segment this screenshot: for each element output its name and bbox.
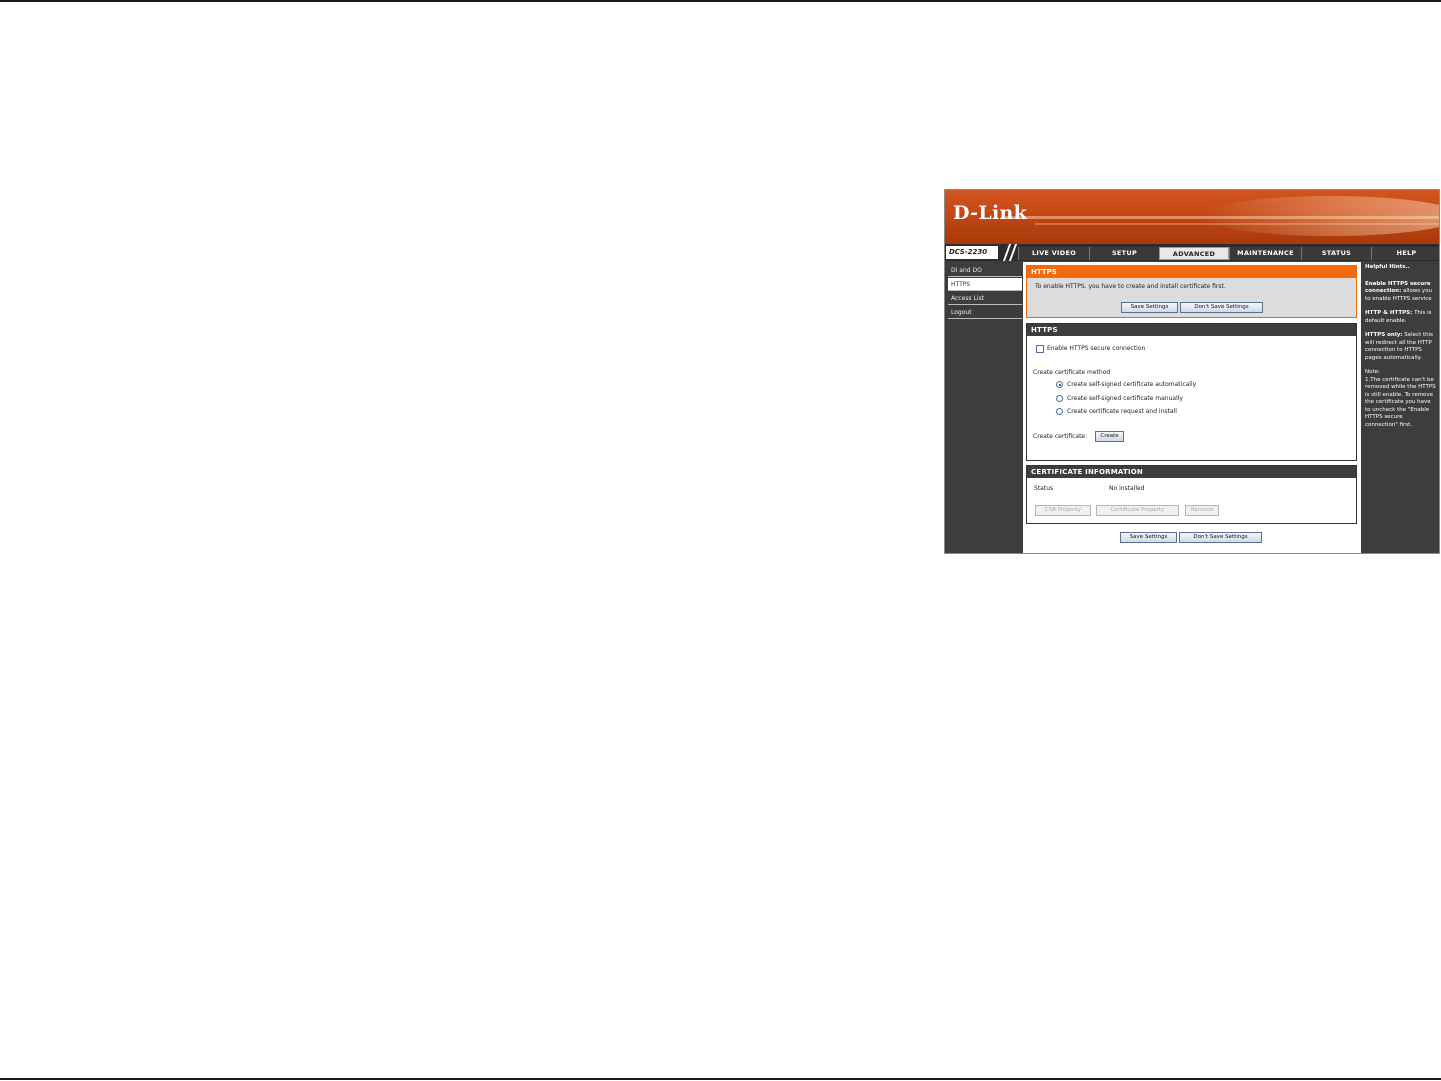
- top-nav: DCS-2230 LIVE VIDEO SETUP ADVANCED MAINT…: [945, 244, 1439, 261]
- footer-dont-save-settings-button[interactable]: Don't Save Settings: [1179, 532, 1262, 543]
- help-hint-term: HTTPS only:: [1365, 332, 1403, 338]
- method-label: Create certificate method: [1033, 369, 1111, 376]
- help-title: Helpful Hints..: [1365, 264, 1410, 270]
- method-manual-radio[interactable]: [1056, 395, 1063, 402]
- help-panel: Helpful Hints.. Enable HTTPS secure conn…: [1362, 262, 1439, 553]
- sidebar-item-https[interactable]: HTTPS: [948, 278, 1022, 291]
- help-note-text: 1.The certificate can't be removed while…: [1365, 376, 1436, 428]
- sidebar-item-logout[interactable]: Logout: [948, 306, 1022, 319]
- bottom-rule: [0, 1078, 1441, 1080]
- save-settings-button[interactable]: Save Settings: [1121, 302, 1178, 313]
- sidebar: DI and DO HTTPS Access List Logout: [946, 262, 1022, 553]
- intro-message: To enable HTTPS, you have to create and …: [1035, 283, 1226, 290]
- tab-help[interactable]: HELP: [1371, 247, 1439, 260]
- certificate-information-section: CERTIFICATE INFORMATION Status No instal…: [1026, 465, 1357, 524]
- main-content: HTTPS To enable HTTPS, you have to creat…: [1023, 262, 1361, 553]
- https-section: HTTPS Enable HTTPS secure connection Cre…: [1026, 323, 1357, 461]
- sidebar-item-di-do[interactable]: DI and DO: [948, 264, 1022, 277]
- remove-button[interactable]: Remove: [1185, 505, 1219, 516]
- enable-https-checkbox[interactable]: [1036, 345, 1044, 353]
- create-certificate-label: Create certificate:: [1033, 433, 1088, 440]
- certificate-property-button[interactable]: Certificate Property: [1096, 505, 1179, 516]
- help-hint: HTTP & HTTPS: This is default enable.: [1365, 310, 1437, 325]
- help-hint: Enable HTTPS secure connection: allows y…: [1365, 281, 1437, 304]
- dont-save-settings-button[interactable]: Don't Save Settings: [1180, 302, 1263, 313]
- sidebar-item-access-list[interactable]: Access List: [948, 292, 1022, 305]
- help-note-title: Note:: [1365, 369, 1380, 375]
- tab-setup[interactable]: SETUP: [1089, 247, 1159, 260]
- csr-property-button[interactable]: CSR Property: [1035, 505, 1091, 516]
- help-hint-term: HTTP & HTTPS:: [1365, 310, 1413, 316]
- tab-live-video[interactable]: LIVE VIDEO: [1018, 247, 1089, 260]
- enable-https-label: Enable HTTPS secure connection: [1047, 345, 1146, 352]
- status-label: Status: [1034, 485, 1054, 492]
- method-request-label: Create certificate request and install: [1067, 408, 1177, 415]
- camera-web-ui-screenshot: D-Link DCS-2230 LIVE VIDEO SETUP ADVANCE…: [944, 189, 1440, 554]
- intro-title: HTTPS: [1027, 266, 1356, 278]
- intro-box: HTTPS To enable HTTPS, you have to creat…: [1026, 265, 1357, 318]
- https-section-title: HTTPS: [1027, 324, 1356, 336]
- method-request-radio[interactable]: [1056, 408, 1063, 415]
- tab-advanced[interactable]: ADVANCED: [1159, 247, 1229, 260]
- dlink-logo: D-Link: [953, 202, 1028, 224]
- top-rule: [0, 0, 1441, 2]
- certificate-information-title: CERTIFICATE INFORMATION: [1027, 466, 1356, 478]
- method-manual-label: Create self-signed certificate manually: [1067, 395, 1183, 402]
- create-button[interactable]: Create: [1095, 431, 1124, 442]
- tab-status[interactable]: STATUS: [1301, 247, 1371, 260]
- method-auto-radio[interactable]: [1056, 381, 1063, 388]
- model-label: DCS-2230: [946, 246, 998, 259]
- status-value: No installed: [1109, 485, 1145, 492]
- tab-maintenance[interactable]: MAINTENANCE: [1229, 247, 1301, 260]
- footer-save-settings-button[interactable]: Save Settings: [1120, 532, 1177, 543]
- method-auto-label: Create self-signed certificate automatic…: [1067, 381, 1197, 388]
- header-banner: D-Link: [945, 190, 1439, 244]
- help-hint: HTTPS only: Select this will redirect al…: [1365, 332, 1437, 362]
